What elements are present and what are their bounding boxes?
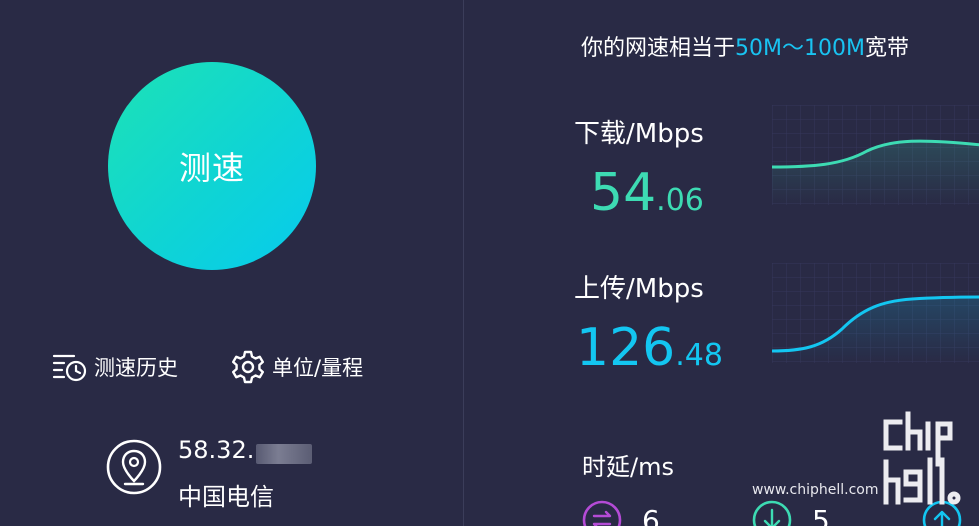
upload-value-integer: 126	[576, 318, 676, 378]
summary-suffix: 宽带	[864, 36, 909, 61]
speed-test-button[interactable]: 测速	[108, 62, 316, 270]
left-panel: 测速 测速历史 单位/量程 58.32. 中国电信	[0, 0, 463, 526]
history-label: 测速历史	[94, 356, 178, 380]
latency-label: 时延/ms	[582, 453, 674, 481]
latency-idle-item: 6	[582, 500, 660, 526]
download-value: 54.06	[590, 163, 704, 223]
watermark-url: www.chiphell.com	[752, 482, 879, 498]
download-label: 下载/Mbps	[574, 119, 704, 149]
history-button[interactable]: 测速历史	[52, 350, 178, 384]
download-chart	[772, 105, 979, 205]
latency-download-item: 5	[752, 500, 830, 526]
latency-idle-value: 6	[642, 503, 660, 526]
bandwidth-summary: 你的网速相当于50M～100M宽带	[581, 30, 909, 62]
location-pin-icon	[106, 439, 162, 495]
download-value-decimal: .06	[656, 183, 704, 218]
upload-label: 上传/Mbps	[574, 274, 704, 304]
download-value-integer: 54	[590, 163, 657, 223]
download-icon	[752, 500, 792, 526]
ip-redaction	[256, 444, 312, 464]
chiphell-logo	[883, 411, 961, 505]
upload-value: 126.48	[576, 318, 723, 378]
speed-test-label: 测速	[178, 149, 245, 187]
upload-chart	[772, 263, 979, 363]
upload-value-decimal: .48	[675, 338, 723, 373]
summary-prefix: 你的网速相当于	[581, 36, 736, 61]
ip-address: 58.32.	[178, 436, 255, 464]
unit-range-label: 单位/量程	[272, 356, 364, 380]
result-panel: 你的网速相当于50M～100M宽带 下载/Mbps 54.06 上传/Mbps …	[464, 0, 979, 526]
unit-range-button[interactable]: 单位/量程	[230, 350, 363, 384]
summary-range: 50M～100M	[735, 36, 865, 61]
history-icon	[52, 354, 87, 382]
swap-icon	[582, 500, 622, 526]
latency-download-value: 5	[812, 503, 830, 526]
isp-name: 中国电信	[178, 483, 274, 511]
gear-icon	[232, 350, 264, 384]
